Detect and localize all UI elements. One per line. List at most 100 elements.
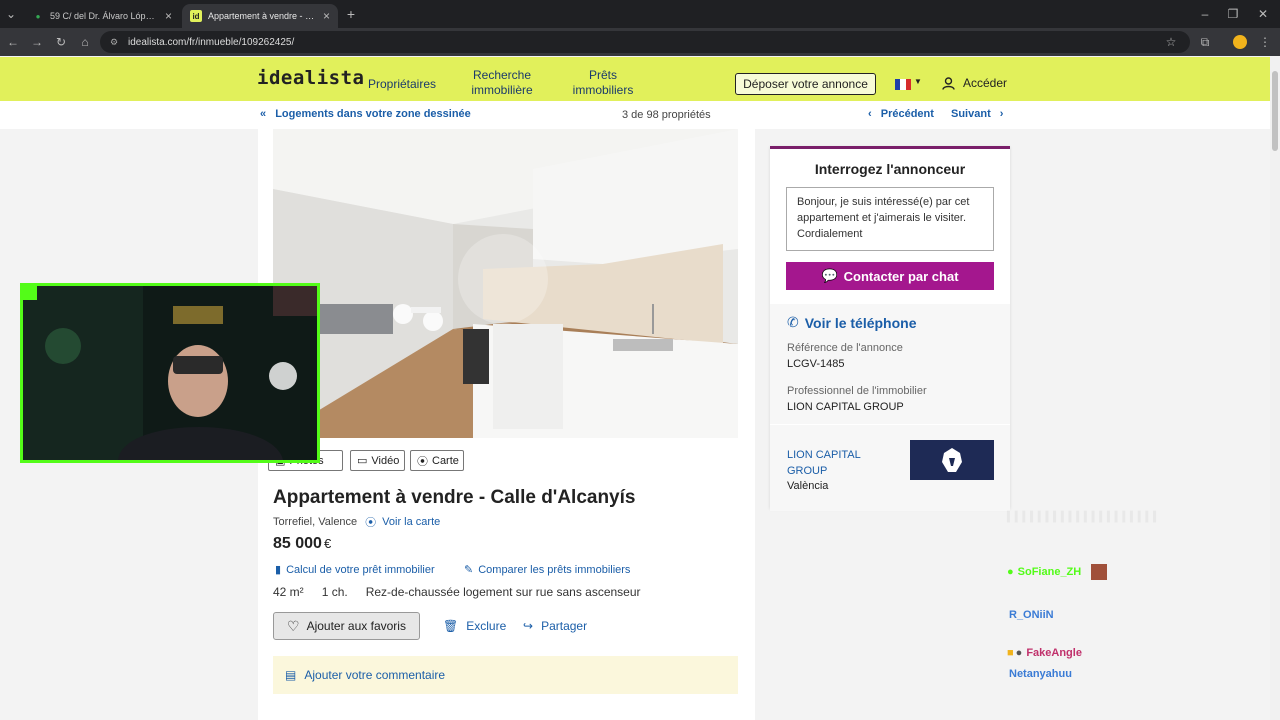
map-pin-icon: ● bbox=[35, 11, 41, 21]
scrollbar-thumb[interactable] bbox=[1272, 71, 1278, 151]
advertiser-info: ✆ Voir le téléphone Référence de l'annon… bbox=[770, 304, 1010, 511]
site-header: idealista Propriétaires Recherche immobi… bbox=[0, 57, 1270, 101]
badge-icon: ● bbox=[1007, 566, 1014, 578]
feature-rooms: 1 ch. bbox=[321, 585, 348, 599]
extensions-icon[interactable]: ⧉ bbox=[1198, 34, 1212, 50]
bar-chart-icon: ▮ bbox=[275, 564, 282, 576]
reload-icon[interactable]: ↻ bbox=[54, 34, 68, 50]
chat-message: R_ONiiN bbox=[1007, 609, 1054, 621]
url-text: idealista.com/fr/inmueble/109262425/ bbox=[128, 36, 295, 48]
contact-card: Interrogez l'annonceur Bonjour, je suis … bbox=[770, 146, 1010, 511]
share-label: Partager bbox=[541, 619, 588, 633]
chat-username: FakeAngle bbox=[1026, 647, 1082, 659]
close-tab-icon[interactable]: × bbox=[323, 9, 330, 23]
share-arrow-icon: ↪ bbox=[523, 619, 534, 633]
browser-tab-bar: ⌄ ● 59 C/ del Dr. Álvaro López - Go × id… bbox=[0, 0, 1280, 28]
agency-logo[interactable] bbox=[910, 440, 994, 480]
new-tab-icon[interactable]: + bbox=[344, 6, 358, 22]
restore-icon[interactable]: ❐ bbox=[1226, 6, 1240, 22]
contact-chat-button[interactable]: 💬 Contacter par chat bbox=[786, 262, 994, 290]
forward-icon[interactable]: → bbox=[30, 34, 44, 50]
previous-label: Précédent bbox=[880, 108, 934, 120]
contact-chat-label: Contacter par chat bbox=[843, 268, 959, 284]
back-icon[interactable]: ← bbox=[6, 34, 20, 50]
post-ad-button[interactable]: Déposer votre annonce bbox=[735, 73, 876, 95]
french-flag-icon[interactable] bbox=[895, 79, 911, 90]
close-window-icon[interactable]: ✕ bbox=[1256, 6, 1270, 22]
message-textarea[interactable]: Bonjour, je suis intéressé(e) par cet ap… bbox=[786, 187, 994, 251]
back-to-results-label: Logements dans votre zone dessinée bbox=[275, 108, 471, 120]
tab-title: 59 C/ del Dr. Álvaro López - Go bbox=[50, 11, 159, 21]
video-icon: ▭ bbox=[357, 455, 368, 467]
video-label: Vidéo bbox=[371, 454, 400, 467]
browser-tab[interactable]: ● 59 C/ del Dr. Álvaro López - Go × bbox=[24, 4, 180, 28]
page-scrollbar[interactable] bbox=[1270, 57, 1280, 720]
site-info-icon[interactable]: ⚙ bbox=[110, 37, 120, 47]
see-map-link[interactable]: Voir la carte bbox=[382, 516, 440, 528]
listing-features: 42 m² 1 ch. Rez-de-chaussée logement sur… bbox=[273, 585, 659, 599]
login-label: Accéder bbox=[963, 76, 1008, 90]
lion-head-icon bbox=[942, 448, 962, 472]
share-link[interactable]: ↪ Partager bbox=[523, 619, 587, 633]
address-bar[interactable]: ⚙ idealista.com/fr/inmueble/109262425/ bbox=[100, 31, 1190, 53]
tab-list-icon[interactable]: ⌄ bbox=[4, 6, 18, 22]
divider bbox=[770, 424, 1010, 425]
badge-icon: ● bbox=[1015, 647, 1023, 659]
menu-icon[interactable]: ⋮ bbox=[1258, 34, 1272, 50]
compare-loans-link[interactable]: ✎ Comparer les prêts immobiliers bbox=[464, 563, 631, 577]
agency-city: València bbox=[787, 480, 829, 492]
add-favorite-button[interactable]: ♡ Ajouter aux favoris bbox=[273, 612, 420, 640]
chat-faded-message: ▍▍▍▍▍▍▍▍▍▍▍▍▍▍▍▍▍▍▍▍ bbox=[1007, 512, 1161, 523]
chat-username: SoFiane_ZH bbox=[1017, 566, 1082, 578]
video-button[interactable]: ▭ Vidéo bbox=[350, 450, 405, 471]
map-label: Carte bbox=[432, 454, 459, 467]
login-link[interactable]: Accéder bbox=[942, 76, 1007, 90]
listing-navigation-bar: « Logements dans votre zone dessinée 3 d… bbox=[0, 101, 1270, 129]
streamer-webcam bbox=[20, 283, 320, 463]
add-comment-label: Ajouter votre commentaire bbox=[304, 668, 446, 682]
map-pin-icon: ⦿ bbox=[417, 455, 428, 468]
map-pin-icon: ⦿ bbox=[365, 517, 377, 529]
minimize-icon[interactable]: – bbox=[1198, 6, 1212, 22]
compare-loans-label: Comparer les prêts immobiliers bbox=[478, 563, 631, 576]
currency: € bbox=[323, 536, 332, 551]
trash-icon: 🗑 bbox=[443, 619, 459, 633]
home-icon[interactable]: ⌂ bbox=[78, 34, 92, 50]
previous-link[interactable]: ‹ Précédent bbox=[868, 108, 934, 120]
map-button[interactable]: ⦿ Carte bbox=[410, 450, 464, 471]
back-to-results-link[interactable]: « Logements dans votre zone dessinée bbox=[260, 108, 471, 120]
bookmark-star-icon[interactable]: ☆ bbox=[1164, 34, 1178, 50]
nav-search[interactable]: Recherche immobilière bbox=[466, 68, 538, 98]
price-value: 85 000 bbox=[273, 535, 322, 552]
next-label: Suivant bbox=[951, 108, 991, 120]
next-link[interactable]: Suivant › bbox=[951, 108, 1003, 120]
phone-icon: ✆ bbox=[787, 314, 799, 330]
badge-icon: ■ bbox=[1007, 647, 1014, 659]
chevron-left-icon: ‹ bbox=[868, 108, 872, 120]
browser-tab-active[interactable]: id Appartement à vendre - Calle d'Alcany… bbox=[182, 4, 338, 28]
double-chevron-left-icon: « bbox=[260, 108, 267, 120]
chevron-down-icon[interactable]: ▼ bbox=[914, 77, 922, 86]
reference-value: LCGV-1485 bbox=[787, 358, 845, 370]
location-text: Torrefiel, Valence bbox=[273, 516, 358, 528]
close-tab-icon[interactable]: × bbox=[165, 9, 172, 23]
chat-username: Netanyahuu bbox=[1009, 668, 1072, 680]
chat-message: ● SoFiane_ZH bbox=[1007, 564, 1108, 580]
profile-avatar[interactable] bbox=[1233, 35, 1247, 49]
listing-photo[interactable] bbox=[273, 129, 738, 438]
browser-toolbar: ← → ↻ ⌂ ⚙ idealista.com/fr/inmueble/1092… bbox=[0, 28, 1280, 56]
professional-label: Professionnel de l'immobilier bbox=[787, 385, 927, 397]
nav-loans[interactable]: Prêts immobiliers bbox=[569, 68, 637, 98]
chat-username: R_ONiiN bbox=[1009, 609, 1054, 621]
idealista-logo[interactable]: idealista bbox=[257, 67, 364, 89]
tab-title: Appartement à vendre - Calle d'Alcanyís bbox=[208, 11, 317, 21]
feature-floor: Rez-de-chaussée logement sur rue sans as… bbox=[365, 585, 641, 599]
nav-owners[interactable]: Propriétaires bbox=[366, 77, 438, 92]
show-phone-link[interactable]: ✆ Voir le téléphone bbox=[787, 314, 917, 331]
agency-name-link[interactable]: LION CAPITAL GROUP bbox=[787, 447, 877, 479]
loan-calculator-link[interactable]: ▮ Calcul de votre prêt immobilier bbox=[275, 563, 435, 577]
exclude-label: Exclure bbox=[466, 619, 507, 633]
add-comment-box[interactable]: ▤ Ajouter votre commentaire bbox=[273, 656, 738, 694]
pencil-icon: ✎ bbox=[464, 564, 474, 576]
exclude-link[interactable]: 🗑 Exclure bbox=[443, 619, 506, 633]
